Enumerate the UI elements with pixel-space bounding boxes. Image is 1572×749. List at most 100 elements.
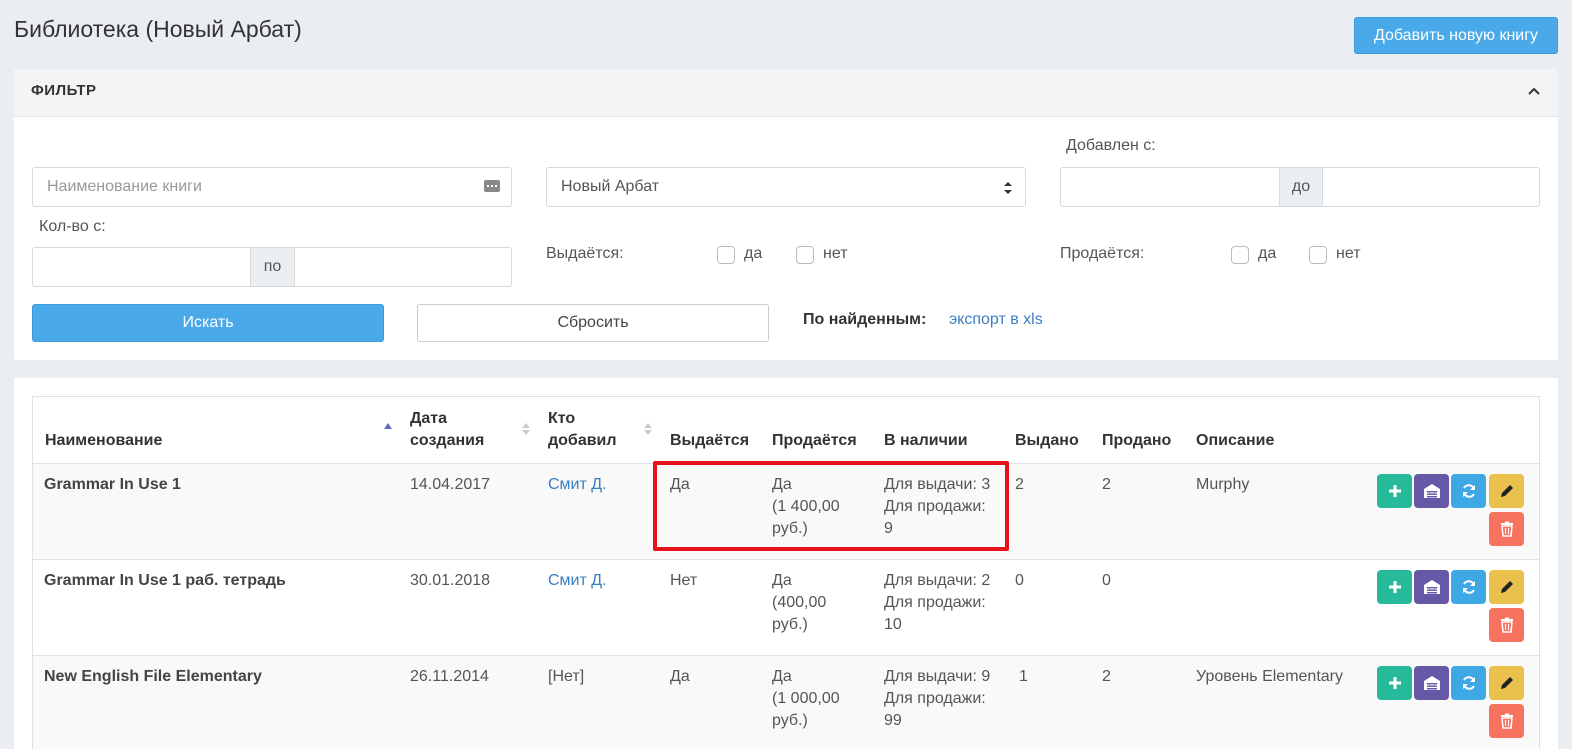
stock-issue: Для выдачи: 9 xyxy=(884,668,991,685)
added-by-value: [Нет] xyxy=(548,668,585,685)
chevron-up-icon[interactable] xyxy=(1526,83,1542,99)
col-header-added-by-line1[interactable]: Кто xyxy=(548,408,575,430)
issued-count: 0 xyxy=(1015,572,1024,589)
pencil-icon xyxy=(1500,485,1513,497)
sold-label: Продаётся: xyxy=(1060,245,1145,262)
sort-asc-icon[interactable] xyxy=(383,419,393,435)
issued-no-label: нет xyxy=(823,245,848,262)
pencil-icon xyxy=(1500,581,1513,593)
stock-sale-label: Для продажи: xyxy=(884,690,986,707)
added-by-link[interactable]: Смит Д. xyxy=(548,570,607,592)
stock-sale-label: Для продажи: xyxy=(884,594,986,611)
warehouse-button[interactable] xyxy=(1414,474,1449,508)
col-header-created-line1[interactable]: Дата xyxy=(410,408,447,430)
edit-button[interactable] xyxy=(1489,570,1524,604)
warehouse-button[interactable] xyxy=(1414,570,1449,604)
warehouse-icon xyxy=(1423,676,1440,690)
reset-button[interactable]: Сбросить xyxy=(417,304,769,342)
issued-yes-checkbox[interactable] xyxy=(717,246,735,264)
plus-icon xyxy=(1388,581,1401,593)
col-header-added-by-line2[interactable]: добавил xyxy=(548,430,617,452)
book-name: Grammar In Use 1 раб. тетрадь xyxy=(44,572,286,589)
table-row: Grammar In Use 1 раб. тетрадь 30.01.2018… xyxy=(33,559,1539,655)
add-copy-button[interactable] xyxy=(1377,570,1412,604)
date-from-input[interactable] xyxy=(1061,168,1279,206)
delete-button[interactable] xyxy=(1489,704,1524,738)
issued-yes-label: да xyxy=(744,245,763,262)
col-header-created-line2[interactable]: создания xyxy=(410,430,484,452)
sold-no-label: нет xyxy=(1336,245,1361,262)
pencil-icon xyxy=(1500,677,1513,689)
sold-yes-checkbox[interactable] xyxy=(1231,246,1249,264)
issued-label: Выдаётся: xyxy=(546,245,624,262)
stock-sale-value: 10 xyxy=(884,616,902,633)
warehouse-icon xyxy=(1423,580,1440,594)
book-name-input[interactable]: Наименование книги xyxy=(32,167,512,207)
qty-to-addon: по xyxy=(250,248,295,286)
highlight-annotation xyxy=(653,461,1009,551)
qty-from-input[interactable] xyxy=(33,248,250,286)
search-button[interactable]: Искать xyxy=(32,304,384,342)
add-copy-button[interactable] xyxy=(1377,474,1412,508)
issued-value: Нет xyxy=(670,572,698,589)
refresh-icon xyxy=(1462,580,1475,594)
col-header-issued-count: Выдано xyxy=(1015,432,1079,449)
description: Уровень Elementary xyxy=(1196,668,1343,685)
filter-header[interactable]: ФИЛЬТР xyxy=(14,69,1558,117)
refresh-button[interactable] xyxy=(1451,666,1486,700)
keyboard-icon[interactable] xyxy=(484,179,500,193)
refresh-button[interactable] xyxy=(1451,570,1486,604)
plus-icon xyxy=(1388,677,1401,689)
warehouse-button[interactable] xyxy=(1414,666,1449,700)
sort-both-icon[interactable] xyxy=(521,421,531,437)
col-header-in-stock: В наличии xyxy=(884,432,968,449)
branch-select-value: Новый Арбат xyxy=(561,178,660,195)
refresh-icon xyxy=(1462,484,1475,498)
added-from-label: Добавлен с: xyxy=(1066,137,1156,154)
issued-value: Да xyxy=(670,668,690,685)
warehouse-icon xyxy=(1423,484,1440,498)
sold-price: (400,00 xyxy=(772,594,827,611)
book-name: New English File Elementary xyxy=(44,668,262,685)
trash-icon xyxy=(1500,617,1513,633)
sort-both-icon[interactable] xyxy=(643,421,653,437)
issued-count: 2 xyxy=(1015,476,1024,493)
sold-price: (1 000,00 xyxy=(772,690,840,707)
sold-no-checkbox[interactable] xyxy=(1309,246,1327,264)
col-header-sold-count: Продано xyxy=(1102,432,1172,449)
export-xls-link[interactable]: экспорт в xls xyxy=(949,311,1043,329)
col-header-issued: Выдаётся xyxy=(670,432,750,449)
edit-button[interactable] xyxy=(1489,666,1524,700)
refresh-button[interactable] xyxy=(1451,474,1486,508)
trash-icon xyxy=(1500,521,1513,537)
branch-select[interactable]: Новый Арбат xyxy=(546,167,1026,207)
sold-value: Да xyxy=(772,668,792,685)
delete-button[interactable] xyxy=(1489,608,1524,642)
trash-icon xyxy=(1500,713,1513,729)
date-to-input[interactable] xyxy=(1323,168,1539,206)
add-copy-button[interactable] xyxy=(1377,666,1412,700)
filter-title: ФИЛЬТР xyxy=(31,82,97,99)
issued-count: 1 xyxy=(1019,668,1028,685)
description: Murphy xyxy=(1196,476,1250,493)
qty-range-group: по xyxy=(32,247,512,287)
qty-to-input[interactable] xyxy=(295,248,511,286)
sold-count: 0 xyxy=(1102,572,1111,589)
select-arrows-icon xyxy=(1004,182,1012,194)
stock-issue: Для выдачи: 2 xyxy=(884,572,991,589)
delete-button[interactable] xyxy=(1489,512,1524,546)
added-by-link[interactable]: Смит Д. xyxy=(548,474,607,496)
stock-sale-value: 99 xyxy=(884,712,902,729)
issued-no-checkbox[interactable] xyxy=(796,246,814,264)
edit-button[interactable] xyxy=(1489,474,1524,508)
page-title: Библиотека (Новый Арбат) xyxy=(14,16,302,42)
sold-yes-label: да xyxy=(1258,245,1277,262)
filter-panel: ФИЛЬТР Наименование книги Новый Арбат До… xyxy=(14,69,1558,360)
sold-count: 2 xyxy=(1102,668,1111,685)
plus-icon xyxy=(1388,485,1401,497)
col-header-name[interactable]: Наименование xyxy=(45,430,162,452)
qty-from-label: Кол-во с: xyxy=(39,218,106,235)
add-book-button[interactable]: Добавить новую книгу xyxy=(1354,17,1558,54)
found-label: По найденным: xyxy=(803,311,927,328)
sold-count: 2 xyxy=(1102,476,1111,493)
